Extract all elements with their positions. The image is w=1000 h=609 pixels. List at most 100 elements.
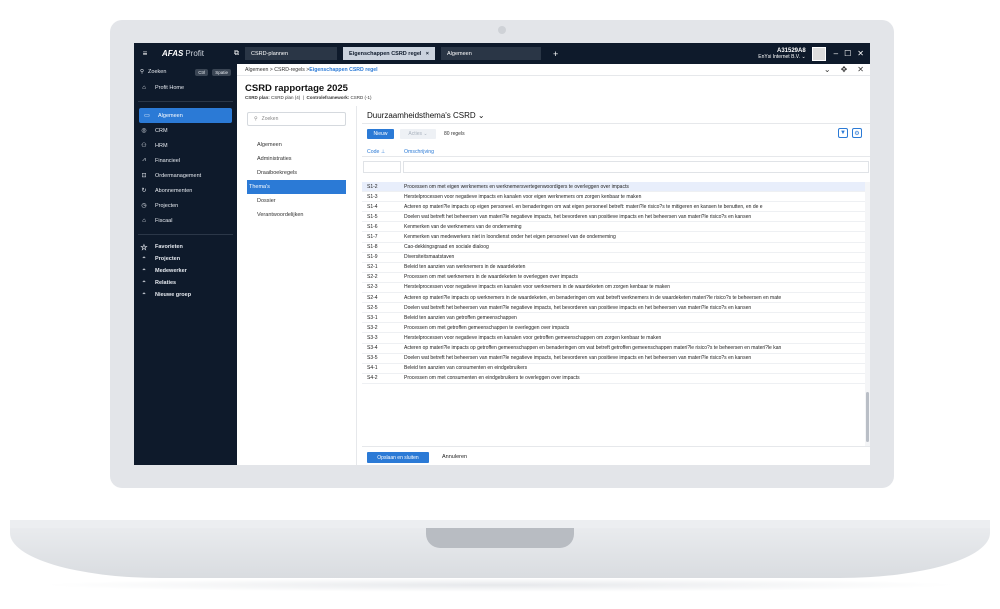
table-row[interactable]: S1-3 Herstelprocessen voor negatieve impa…: [362, 192, 866, 203]
column-header-description[interactable]: Omschrijving: [404, 149, 434, 155]
table-row[interactable]: S1-5 Doelen wat betreft het beheersen van…: [362, 212, 866, 223]
table-row[interactable]: S2-2 Processen om met werknemers in de wa…: [362, 273, 866, 283]
nav-item-algemeen[interactable]: Algemeen: [247, 138, 346, 152]
refresh-icon: ↻: [141, 188, 147, 194]
sidebar-item-financieel[interactable]: ⩘ Financieel: [134, 153, 237, 168]
sidebar-item-profit-home[interactable]: ⌂ Profit Home: [134, 80, 237, 95]
cell-description: Herstelprocessen voor negatieve impacts …: [404, 193, 642, 200]
favorite-label: Projecten: [155, 256, 181, 262]
tab-algemeen[interactable]: Algemeen: [441, 47, 542, 60]
favorites-header[interactable]: ☆ Favorieten: [134, 241, 237, 253]
plan-label: CSRD plan:: [245, 95, 270, 100]
table-row[interactable]: S3-1 Beleid ten aanzien van getroffen gem…: [362, 313, 866, 324]
favorites-label: Favorieten: [155, 244, 183, 250]
gear-icon[interactable]: ⚙: [852, 128, 862, 138]
sidebar: ⚲ Zoeken Ctrl Spatie ⌂ Profit Home ▭ Alge…: [134, 64, 237, 465]
nav-item-verantwoordelijken[interactable]: Verantwoordelijken: [247, 208, 346, 222]
fiscal-icon: ⌂: [142, 217, 146, 224]
sidebar-item-label: HRM: [155, 142, 168, 149]
tab-csrd-plannen[interactable]: CSRD-plannen: [245, 47, 338, 60]
maximize-button[interactable]: ☐: [844, 49, 851, 58]
tabs-overview-icon[interactable]: ⧉: [234, 50, 239, 58]
breadcrumb-path[interactable]: Algemeen > CSRD-regels >: [245, 67, 309, 73]
favorite-group-relaties[interactable]: ⌃ Relaties: [134, 277, 237, 289]
sidebar-item-abonnementen[interactable]: ↻ Abonnementen: [134, 183, 237, 198]
table-row[interactable]: S4-2 Processen om met consumenten en eind…: [362, 374, 866, 384]
cancel-button[interactable]: Annuleren: [442, 454, 467, 460]
table-row[interactable]: S1-8 Cao-dekkingsgraad en sociale dialoog: [362, 243, 866, 253]
new-tab-button[interactable]: +: [553, 49, 558, 59]
table-row[interactable]: S2-4 Acteren op materi?le impacts op werk…: [362, 293, 866, 304]
sidebar-item-label: Financieel: [155, 157, 181, 164]
vertical-scrollbar[interactable]: [865, 182, 870, 452]
table-row[interactable]: S2-5 Doelen wat betreft het beheersen van…: [362, 303, 866, 314]
sidebar-item-label: Abonnementen: [155, 187, 193, 194]
tab-eigenschappen-csrd-regel[interactable]: Eigenschappen CSRD regel ×: [343, 47, 436, 60]
table-row[interactable]: S1-6 Kenmerken van de werknemers van de o…: [362, 222, 866, 233]
table-row[interactable]: S2-3 Herstelprocessen voor negatieve impa…: [362, 283, 866, 294]
table-row[interactable]: S3-2 Processen om met getroffen gemeensch…: [362, 323, 866, 334]
sidebar-item-ordermanagement[interactable]: ⊡ Ordermanagement: [134, 168, 237, 183]
sidebar-item-hrm[interactable]: ⚇ HRM: [134, 138, 237, 153]
code-filter-input[interactable]: [363, 161, 401, 173]
camera-icon: [498, 26, 506, 34]
table-row[interactable]: S3-5 Doelen wat betreft het beheersen van…: [362, 354, 866, 364]
divider: [362, 123, 870, 124]
sidebar-item-algemeen[interactable]: ▭ Algemeen: [139, 108, 232, 123]
cell-description: Doelen wat betreft het beheersen van mat…: [404, 213, 752, 220]
chevron-up-icon: ⌃: [141, 292, 147, 299]
data-table: S1-2 Processen om met eigen werknemers en…: [362, 182, 866, 440]
sidebar-item-fiscaal[interactable]: ⌂ Fiscaal: [134, 213, 237, 228]
table-row[interactable]: S3-4 Acteren op materi?le impacts op getr…: [362, 344, 866, 354]
table-row[interactable]: S1-7 Kenmerken van medewerkers niet in lo…: [362, 232, 866, 243]
avatar[interactable]: [811, 46, 826, 61]
framework-value[interactable]: CSRD (-1): [350, 95, 371, 100]
filter-icon[interactable]: ▼: [838, 128, 848, 138]
nav-search-input[interactable]: ⚲ Zoeken: [247, 112, 346, 126]
app-logo: AFAS Profit: [162, 49, 205, 58]
table-row[interactable]: S4-1 Beleid ten aanzien van consumenten e…: [362, 364, 866, 374]
cell-code: S2-2: [367, 274, 378, 281]
cell-code: S3-1: [367, 314, 378, 321]
close-tab-icon[interactable]: ×: [426, 51, 429, 57]
section-title[interactable]: Duurzaamheidsthema's CSRD ⌄: [367, 111, 485, 120]
nav-item-draaiboekregels[interactable]: Draaiboekregels: [247, 166, 346, 180]
nav-item-themas[interactable]: Thema's: [247, 180, 346, 194]
search-icon: ⚲: [140, 69, 145, 75]
kbd-space: Spatie: [212, 68, 231, 76]
table-row[interactable]: S1-9 Diversiteitsmaatstaven: [362, 253, 866, 263]
nav-item-administraties[interactable]: Administraties: [247, 152, 346, 166]
description-filter-input[interactable]: [403, 161, 869, 173]
chevron-down-icon[interactable]: ⌄: [824, 65, 831, 74]
cell-description: Diversiteitsmaatstaven: [404, 254, 455, 261]
tab-label: Eigenschappen CSRD regel: [349, 50, 422, 57]
table-row[interactable]: S1-4 Acteren op materi?le impacts op eige…: [362, 202, 866, 213]
plan-value[interactable]: CSRD plan (4): [271, 95, 300, 100]
people-icon: ⚇: [141, 143, 147, 149]
chevron-up-icon: ⌃: [141, 256, 147, 263]
sidebar-item-label: Ordermanagement: [155, 172, 202, 179]
favorite-group-nieuwe-groep[interactable]: ⌃ Nieuwe groep: [134, 289, 237, 301]
favorite-group-projecten[interactable]: ⌃ Projecten: [134, 253, 237, 265]
scrollbar-thumb[interactable]: [866, 392, 869, 442]
sidebar-item-crm[interactable]: ◎ CRM: [134, 123, 237, 138]
new-button[interactable]: Nieuw: [367, 129, 394, 139]
table-row[interactable]: S3-3 Herstelprocessen voor negatieve impa…: [362, 333, 866, 344]
sidebar-item-projecten[interactable]: ◷ Projecten: [134, 198, 237, 213]
close-icon[interactable]: ✕: [857, 65, 864, 74]
cell-description: Processen om met consumenten en eindgebr…: [404, 375, 580, 382]
favorite-group-medewerker[interactable]: ⌃ Medewerker: [134, 265, 237, 277]
table-row[interactable]: S2-1 Beleid ten aanzien van werknemers in…: [362, 263, 866, 273]
save-and-close-button[interactable]: Opslaan en sluiten: [367, 452, 429, 463]
close-window-button[interactable]: ✕: [857, 49, 864, 58]
column-header-code[interactable]: Code ⊥: [362, 149, 404, 155]
divider: [138, 234, 233, 235]
hamburger-menu-icon[interactable]: ≡: [138, 49, 152, 58]
minimize-button[interactable]: –: [834, 49, 838, 58]
sidebar-search[interactable]: ⚲ Zoeken Ctrl Spatie: [134, 64, 237, 80]
actions-button[interactable]: Acties ⌄: [400, 129, 436, 139]
nav-item-dossier[interactable]: Dossier: [247, 194, 346, 208]
table-row[interactable]: S1-2 Processen om met eigen werknemers en…: [362, 182, 866, 193]
move-icon[interactable]: ✥: [841, 65, 848, 74]
user-info[interactable]: A31529A8 EnYsi Internet B.V. ⌄: [758, 48, 805, 60]
